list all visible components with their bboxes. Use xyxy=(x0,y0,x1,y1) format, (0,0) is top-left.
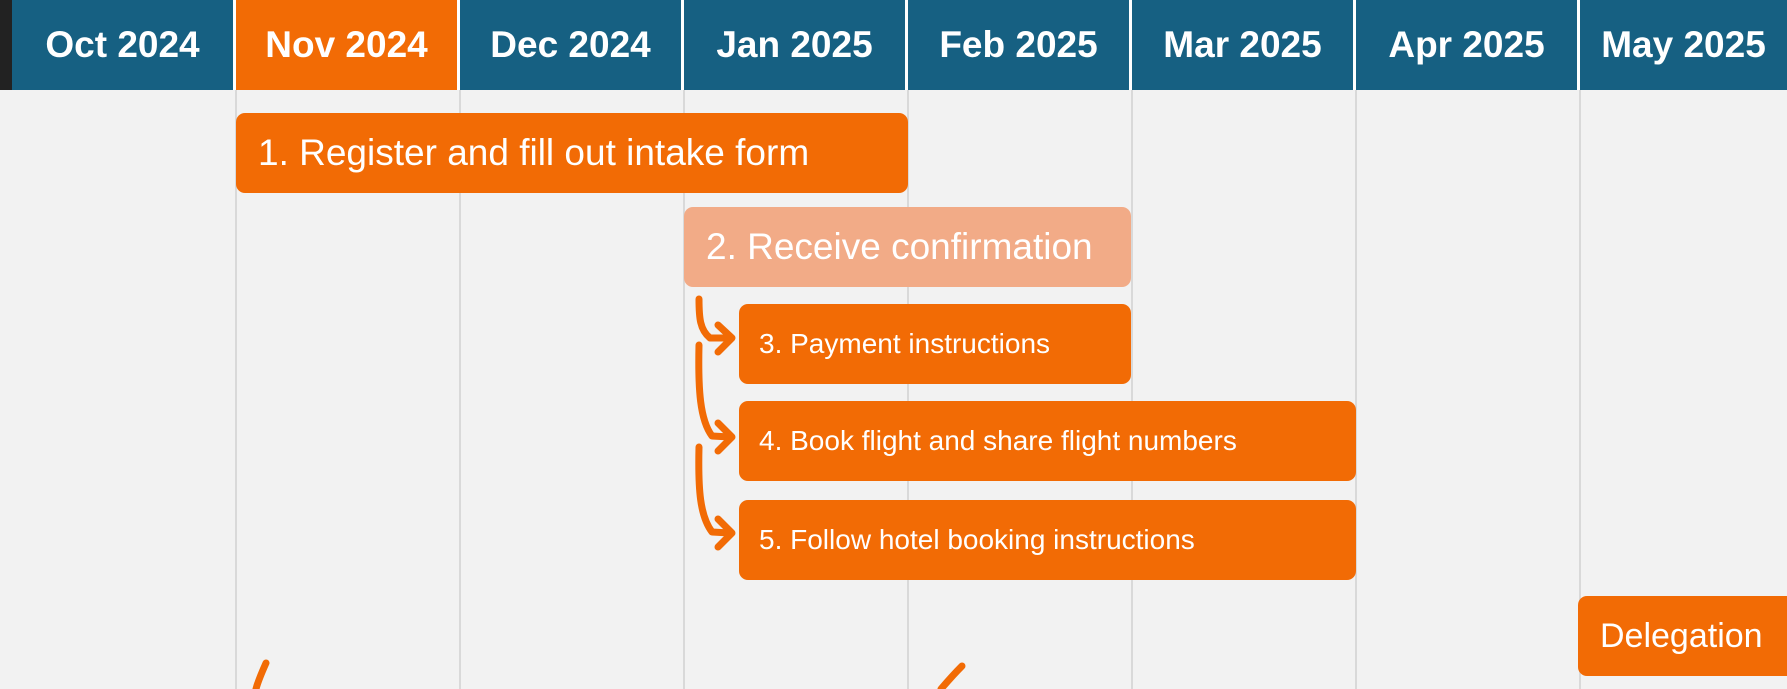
timeline-chart: Oct 2024 Nov 2024 Dec 2024 Jan 2025 Feb … xyxy=(0,0,1787,689)
branch-arrow-icon xyxy=(252,295,966,689)
stroke-mark-right xyxy=(937,662,966,689)
connector-branch-5 xyxy=(695,443,734,537)
stroke-mark-left xyxy=(252,659,270,689)
connector-branch-4 xyxy=(695,341,734,441)
